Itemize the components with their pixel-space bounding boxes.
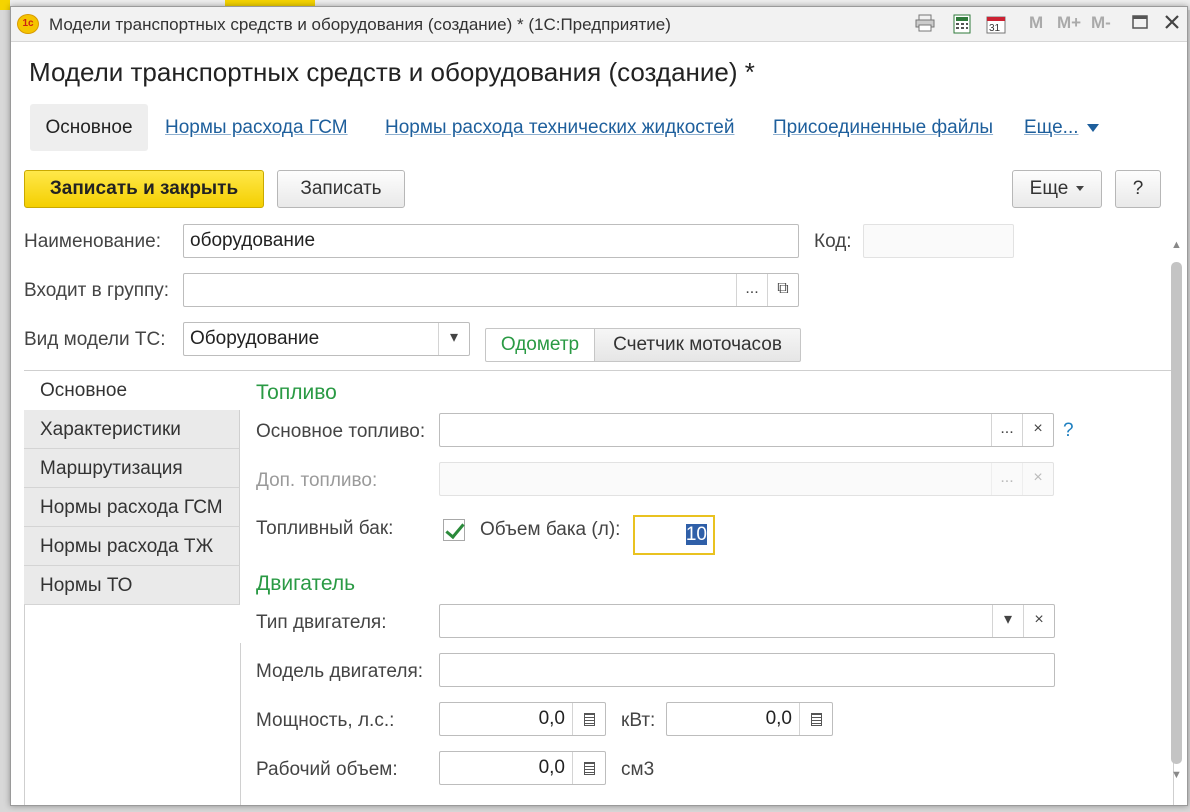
side-tab-routing[interactable]: Маршрутизация: [24, 449, 240, 488]
window-title: Модели транспортных средств и оборудован…: [49, 15, 671, 34]
save-button[interactable]: Записать: [277, 170, 405, 208]
side-tab-maintenance-norms[interactable]: Нормы ТО: [24, 566, 240, 605]
displacement-value: 0,0: [538, 757, 565, 778]
calculator-icon[interactable]: [952, 14, 972, 34]
fuel-tank-label: Топливный бак:: [256, 518, 394, 539]
power-kw-input[interactable]: 0,0: [666, 702, 833, 736]
memory-plus-button[interactable]: M+: [1057, 13, 1081, 33]
tab-more[interactable]: Еще...: [1024, 117, 1099, 139]
group-label: Входит в группу:: [24, 280, 170, 301]
tab-fuel-norms[interactable]: Нормы расхода ГСМ: [165, 117, 348, 139]
help-button[interactable]: ?: [1115, 170, 1161, 208]
clear-icon[interactable]: ×: [1022, 414, 1053, 446]
fuel-section-title: Топливо: [256, 381, 337, 404]
code-input[interactable]: [863, 224, 1014, 258]
tab-fluid-norms[interactable]: Нормы расхода технических жидкостей: [385, 117, 734, 139]
help-icon[interactable]: ?: [1063, 420, 1074, 442]
group-input[interactable]: ... ⧉: [183, 273, 799, 307]
name-input[interactable]: оборудование: [183, 224, 799, 258]
main-fuel-input[interactable]: ... ×: [439, 413, 1054, 447]
tab-attached-files[interactable]: Присоединенные файлы: [773, 117, 993, 139]
side-tab-fuel-norms[interactable]: Нормы расхода ГСМ: [24, 488, 240, 527]
side-tab-fluid-norms[interactable]: Нормы расхода ТЖ: [24, 527, 240, 566]
fuel-tank-checkbox[interactable]: [443, 519, 465, 541]
main-fuel-label: Основное топливо:: [256, 421, 426, 442]
model-kind-select[interactable]: Оборудование ▾: [183, 322, 470, 356]
save-and-close-button[interactable]: Записать и закрыть: [24, 170, 264, 208]
background-button: [0, 0, 10, 10]
1c-logo-icon: 1c: [17, 14, 39, 34]
scroll-up-icon[interactable]: ▲: [1171, 239, 1182, 251]
select-button: ...: [991, 463, 1022, 495]
tank-volume-label: Объем бака (л):: [480, 519, 621, 540]
engine-type-select[interactable]: ▾ ×: [439, 604, 1055, 638]
panel-divider: [240, 643, 241, 805]
calculator-icon[interactable]: [799, 703, 832, 735]
extra-fuel-input: ... ×: [439, 462, 1054, 496]
model-kind-label: Вид модели ТС:: [24, 329, 166, 350]
engine-model-label: Модель двигателя:: [256, 661, 424, 682]
dropdown-arrow-icon: [1086, 123, 1099, 132]
form-title: Модели транспортных средств и оборудован…: [29, 57, 755, 87]
side-tab-characteristics[interactable]: Характеристики: [24, 410, 240, 449]
power-hp-value: 0,0: [538, 708, 565, 729]
form-window: 1c Модели транспортных средств и оборудо…: [10, 6, 1188, 806]
close-icon[interactable]: [1162, 14, 1182, 34]
print-icon[interactable]: [915, 14, 935, 34]
name-label: Наименование:: [24, 231, 161, 252]
window-titlebar: 1c Модели транспортных средств и оборудо…: [11, 7, 1187, 42]
power-hp-label: Мощность, л.с.:: [256, 710, 395, 731]
memory-m-button[interactable]: M: [1029, 13, 1043, 33]
displacement-input[interactable]: 0,0: [439, 751, 606, 785]
maximize-icon[interactable]: [1130, 14, 1150, 34]
code-label: Код:: [814, 231, 852, 252]
engine-type-label: Тип двигателя:: [256, 612, 387, 633]
tank-volume-input[interactable]: 10: [633, 515, 715, 555]
memory-minus-button[interactable]: M-: [1091, 13, 1111, 33]
clear-icon: ×: [1022, 463, 1053, 495]
engine-model-input[interactable]: [439, 653, 1055, 687]
tab-more-label: Еще...: [1024, 117, 1079, 138]
select-button[interactable]: ...: [736, 274, 767, 306]
open-icon[interactable]: ⧉: [767, 274, 798, 306]
chevron-down-icon: [1076, 186, 1085, 192]
more-actions-label: Еще: [1029, 178, 1069, 199]
calculator-icon[interactable]: [572, 703, 605, 735]
displacement-label: Рабочий объем:: [256, 759, 398, 780]
displacement-unit: см3: [621, 759, 655, 780]
power-kw-label: кВт:: [621, 710, 656, 731]
calculator-icon[interactable]: [572, 752, 605, 784]
odometer-toggle[interactable]: Одометр: [485, 328, 595, 362]
select-button[interactable]: ...: [991, 414, 1022, 446]
extra-fuel-label: Доп. топливо:: [256, 470, 378, 491]
calendar-icon[interactable]: 31: [986, 14, 1006, 34]
scroll-down-icon[interactable]: ▼: [1171, 769, 1182, 781]
tank-volume-value: 10: [685, 524, 707, 545]
tab-main[interactable]: Основное: [30, 104, 148, 151]
dropdown-arrow-icon[interactable]: ▾: [992, 605, 1023, 637]
dropdown-arrow-icon[interactable]: ▾: [438, 323, 469, 355]
power-kw-value: 0,0: [765, 708, 792, 729]
more-actions-button[interactable]: Еще: [1012, 170, 1102, 208]
scrollbar-thumb[interactable]: [1171, 262, 1182, 764]
engine-section-title: Двигатель: [256, 572, 356, 595]
side-tab-main[interactable]: Основное: [24, 371, 240, 410]
calendar-day: 31: [989, 23, 1001, 34]
model-kind-value: Оборудование: [190, 328, 320, 349]
clear-icon[interactable]: ×: [1023, 605, 1054, 637]
motohours-toggle[interactable]: Счетчик моточасов: [594, 328, 801, 362]
power-hp-input[interactable]: 0,0: [439, 702, 606, 736]
